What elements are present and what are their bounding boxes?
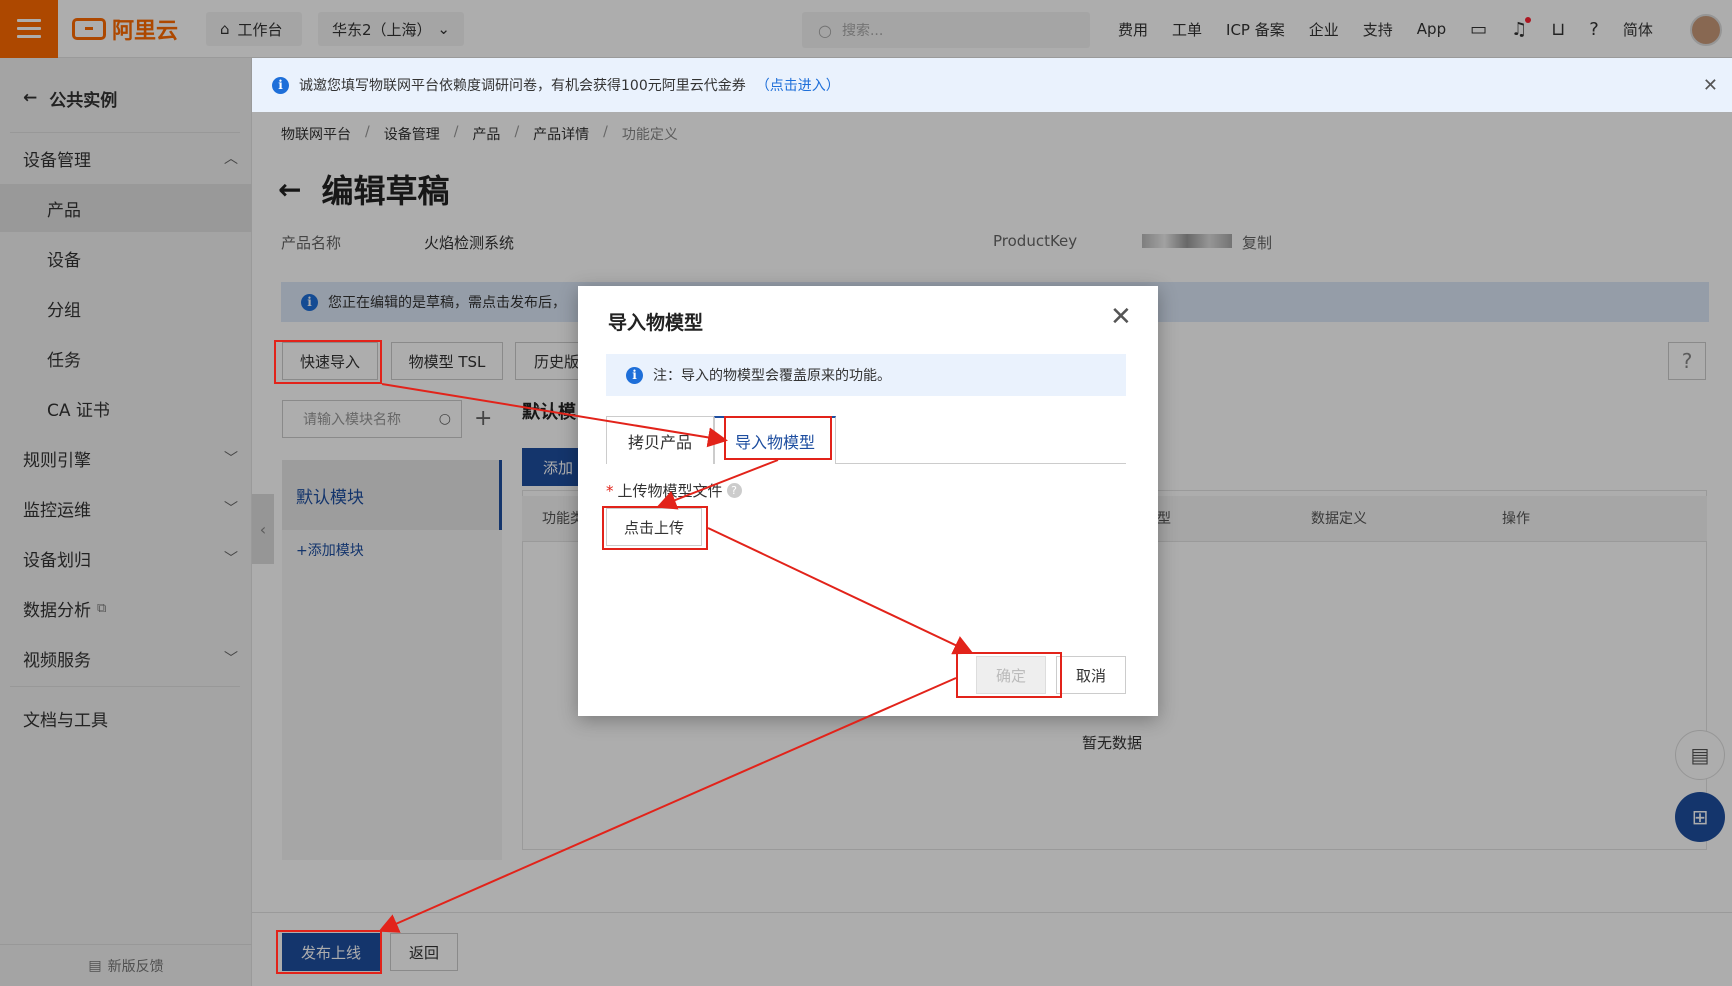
arrow-step-2 [656, 459, 779, 510]
arrow-step-4 [378, 677, 957, 933]
annotation-arrows [378, 383, 974, 933]
arrow-step-1 [381, 383, 728, 448]
arrow-step-3 [707, 527, 974, 655]
